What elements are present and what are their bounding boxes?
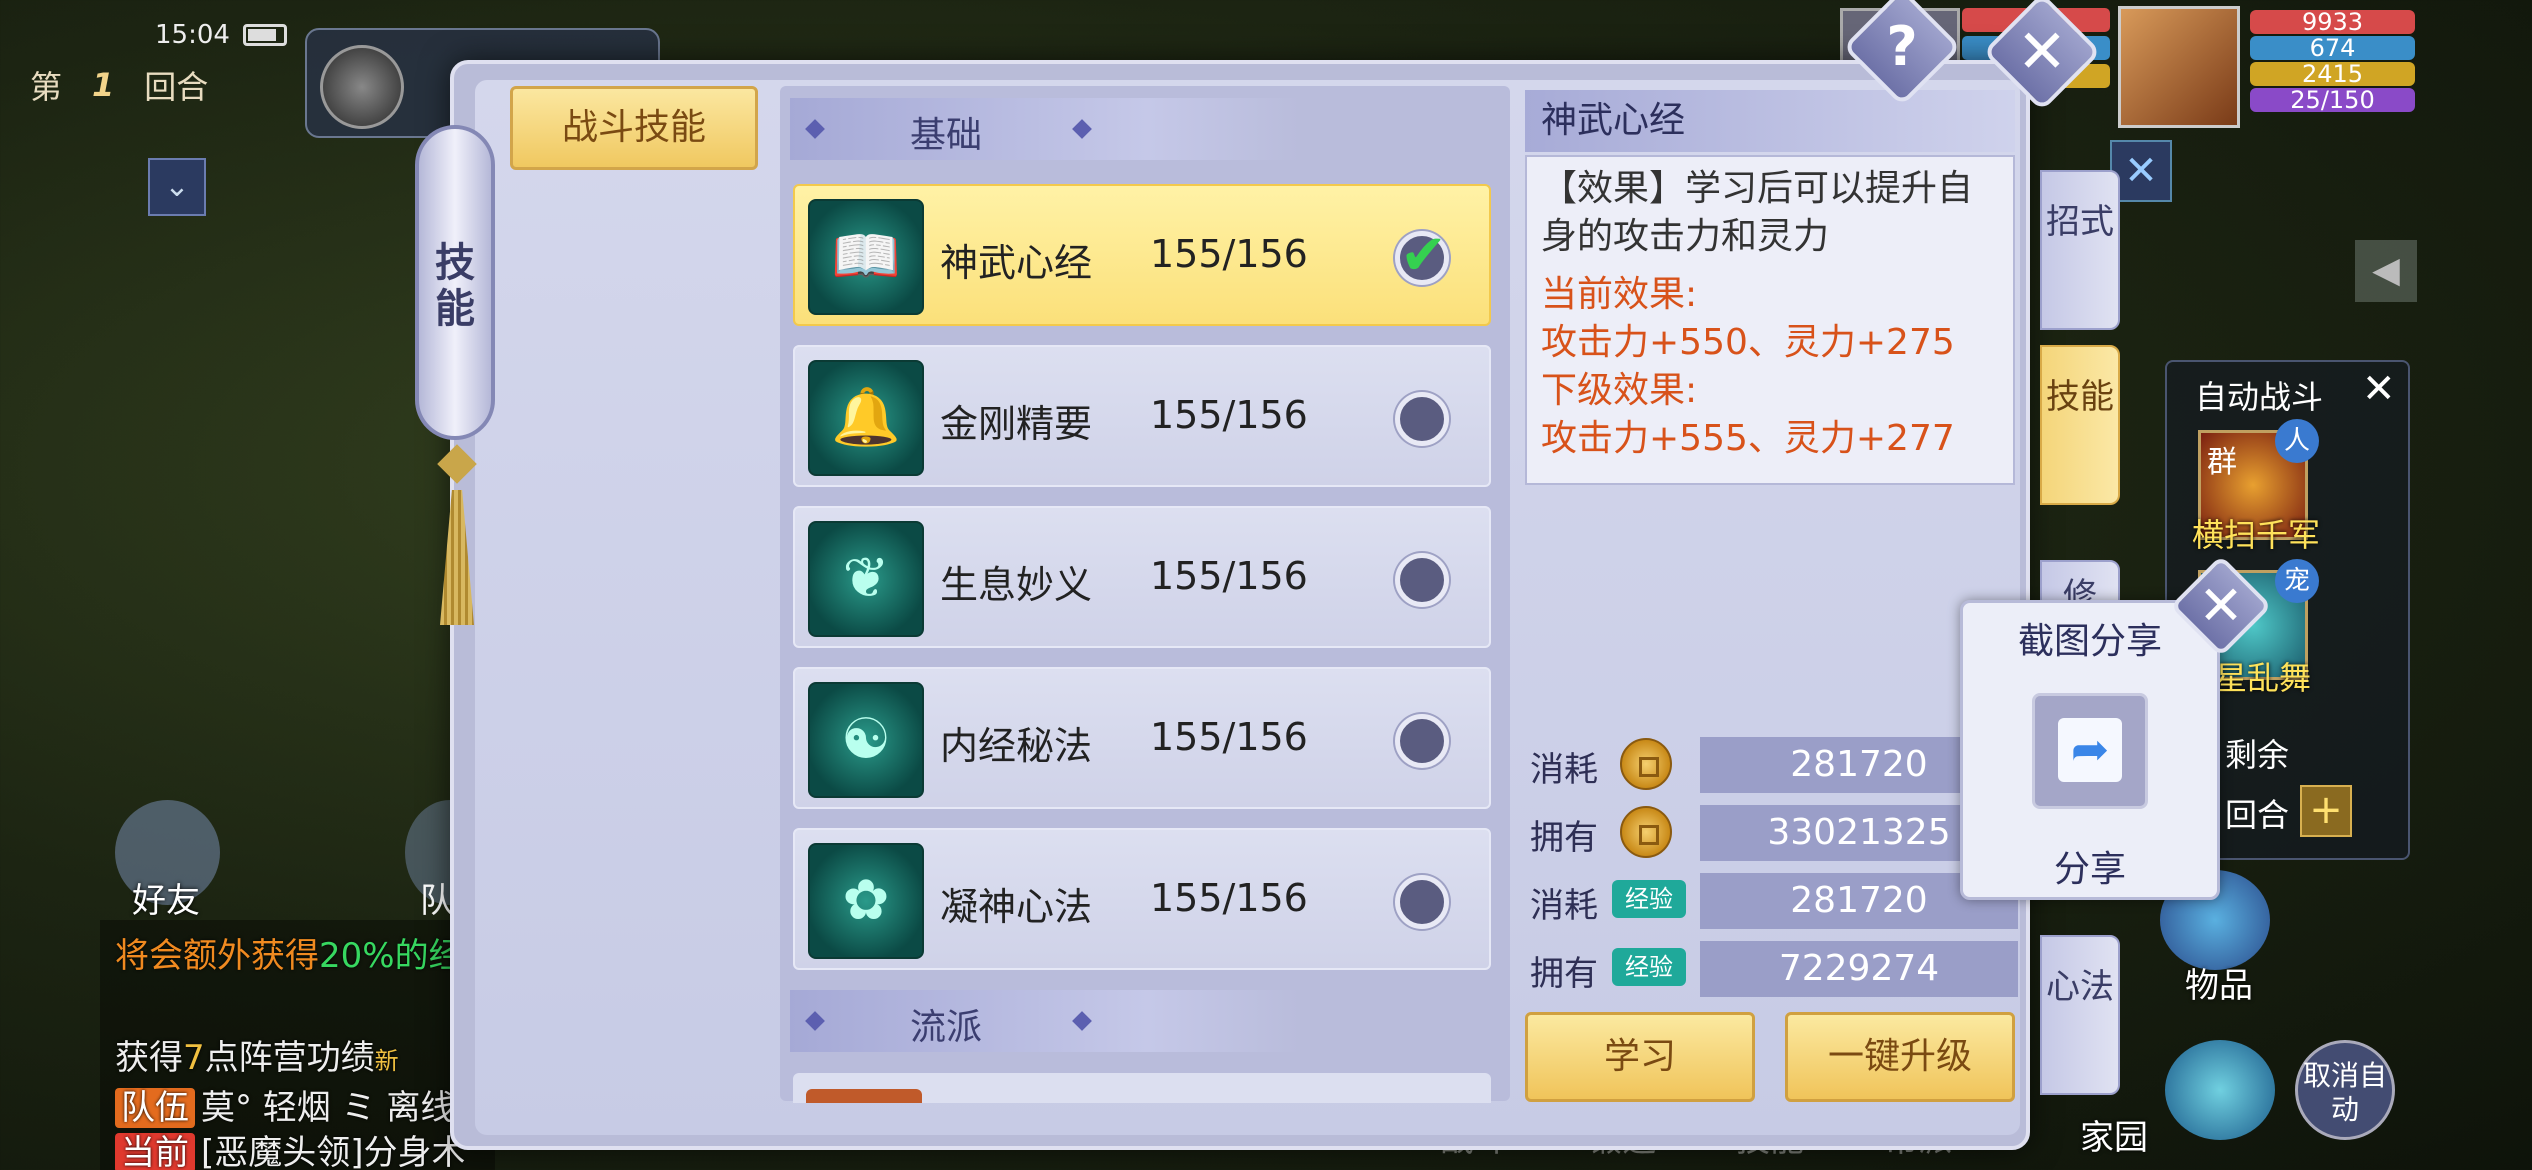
close-icon[interactable]: ✕	[2185, 570, 2257, 642]
avatar[interactable]	[2118, 6, 2240, 128]
next-effect-value: 攻击力+555、灵力+277	[1541, 418, 1955, 459]
exp-badge: 经验	[1612, 948, 1686, 986]
exp-badge: 经验	[1612, 880, 1686, 918]
current-tag: 当前	[115, 1133, 195, 1170]
radio-icon[interactable]	[1395, 875, 1449, 929]
skill-level: 155/156	[1150, 554, 1308, 598]
team-tag: 队伍	[115, 1088, 195, 1128]
skill-row-partial[interactable]	[793, 1073, 1491, 1103]
coin-icon	[1620, 806, 1672, 858]
radio-icon[interactable]	[1395, 392, 1449, 446]
auto-skill-name: 横扫千军	[2192, 516, 2321, 554]
share-title: 截图分享	[2017, 621, 2162, 662]
next-effect-label: 下级效果:	[1541, 370, 1698, 411]
auto-battle-title: 自动战斗	[2195, 378, 2324, 416]
diamond-icon	[1072, 1011, 1092, 1031]
current-effect-label: 当前效果:	[1541, 274, 1698, 315]
exp-cost-label: 消耗	[1530, 886, 1598, 926]
close-icon[interactable]: ✕	[2000, 10, 2084, 94]
leaf-icon: ❦	[808, 521, 924, 637]
mp-bar: 674	[2250, 36, 2415, 60]
detail-title: 神武心经	[1525, 90, 2015, 152]
skill-name: 内经秘法	[940, 724, 1093, 768]
skill-row-neijing[interactable]: ☯ 内经秘法 155/156	[793, 667, 1491, 809]
arrow-left-icon[interactable]: ◀	[2355, 240, 2417, 302]
skill-level: 155/156	[1150, 393, 1308, 437]
round-prefix: 第	[30, 68, 63, 106]
tab-mental-method[interactable]: 心法	[2040, 935, 2120, 1095]
chat-line: 当前 [恶魔头领]分身术	[115, 1125, 466, 1170]
exp-own-label: 拥有	[1530, 954, 1598, 994]
anger-bar: 2415	[2250, 62, 2415, 86]
radio-icon[interactable]	[1395, 553, 1449, 607]
skill-name: 生息妙义	[940, 563, 1093, 607]
radio-icon[interactable]	[1395, 714, 1449, 768]
remaining-label: 剩余	[2225, 736, 2290, 774]
section-school: 流派	[790, 990, 1300, 1052]
diamond-icon	[805, 1011, 825, 1031]
learn-button[interactable]: 学习	[1525, 1012, 1755, 1102]
battery-icon	[243, 24, 287, 46]
round-suffix: 回合	[144, 68, 209, 106]
round-counter: 第 1 回合	[30, 62, 208, 108]
diamond-icon	[1072, 119, 1092, 139]
question-icon[interactable]: ?	[1860, 5, 1944, 89]
one-click-upgrade-button[interactable]: 一键升级	[1785, 1012, 2015, 1102]
share-icon[interactable]: ➦	[2058, 718, 2122, 782]
skill-level: 155/156	[1150, 232, 1308, 276]
chat-line: 获得7点阵营功绩新	[115, 1038, 399, 1078]
chat-line: 将会额外获得20%的经	[115, 936, 463, 976]
pet-badge: 宠	[2275, 559, 2319, 603]
items-label: 物品	[2185, 966, 2253, 1006]
add-round-button[interactable]: +	[2300, 785, 2352, 837]
coin-own-label: 拥有	[1530, 818, 1598, 858]
close-icon[interactable]: ✕	[2362, 366, 2396, 412]
chevron-down-icon[interactable]: ⌄	[148, 158, 206, 216]
skill-level: 155/156	[1150, 715, 1308, 759]
exp-bar: 25/150	[2250, 88, 2415, 112]
cancel-auto-button[interactable]: 取消自动	[2295, 1040, 2395, 1140]
fan-icon[interactable]	[2165, 1040, 2275, 1140]
skill-row-jingang[interactable]: 🔔 金刚精要 155/156	[793, 345, 1491, 487]
spiral-icon[interactable]	[320, 45, 404, 129]
chat-line: 队伍 莫° 轻烟 ミ 离线了	[115, 1080, 488, 1129]
share-label[interactable]: 分享	[1960, 840, 2220, 892]
check-icon[interactable]: ✔	[1395, 228, 1449, 285]
detail-box: 【效果】学习后可以提升自身的攻击力和灵力 当前效果: 攻击力+550、灵力+27…	[1525, 155, 2015, 485]
coin-cost-label: 消耗	[1530, 750, 1598, 790]
tab-battle-skills[interactable]: 战斗技能	[510, 86, 758, 170]
bell-icon: 🔔	[808, 360, 924, 476]
current-effect-value: 攻击力+550、灵力+275	[1541, 322, 1955, 363]
skill-row-shenwu[interactable]: 📖 神武心经 155/156 ✔	[793, 184, 1491, 326]
coin-icon	[1620, 738, 1672, 790]
meditation-icon: ☯	[808, 682, 924, 798]
skill-name: 金刚精要	[940, 402, 1093, 446]
tab-skills[interactable]: 技能	[2040, 345, 2120, 505]
exp-own-value: 7229274	[1700, 941, 2018, 997]
group-badge: 群	[2207, 445, 2237, 480]
round-number: 1	[92, 66, 115, 104]
diamond-icon	[805, 119, 825, 139]
section-basic: 基础	[790, 98, 1300, 160]
hp-bar: 9933	[2250, 10, 2415, 34]
home-label: 家园	[2080, 1118, 2148, 1158]
effect-description: 【效果】学习后可以提升自身的攻击力和灵力	[1541, 168, 1974, 257]
friend-label: 好友	[132, 881, 200, 921]
book-icon: 📖	[808, 199, 924, 315]
skill-name: 凝神心法	[940, 885, 1093, 929]
lotus-icon: ✿	[808, 843, 924, 959]
skill-row-ningshen[interactable]: ✿ 凝神心法 155/156	[793, 828, 1491, 970]
round-label: 回合	[2225, 796, 2290, 834]
school-skill-icon	[806, 1089, 922, 1103]
role-badge: 人	[2275, 419, 2319, 463]
tab-moves[interactable]: 招式	[2040, 170, 2120, 330]
skill-level: 155/156	[1150, 876, 1308, 920]
clock: 15:04	[155, 20, 230, 50]
skill-row-shengxi[interactable]: ❦ 生息妙义 155/156	[793, 506, 1491, 648]
skill-name: 神武心经	[940, 241, 1093, 285]
dialog-title: 技能	[435, 240, 475, 332]
pet-skill-name: 星乱舞	[2215, 659, 2312, 697]
